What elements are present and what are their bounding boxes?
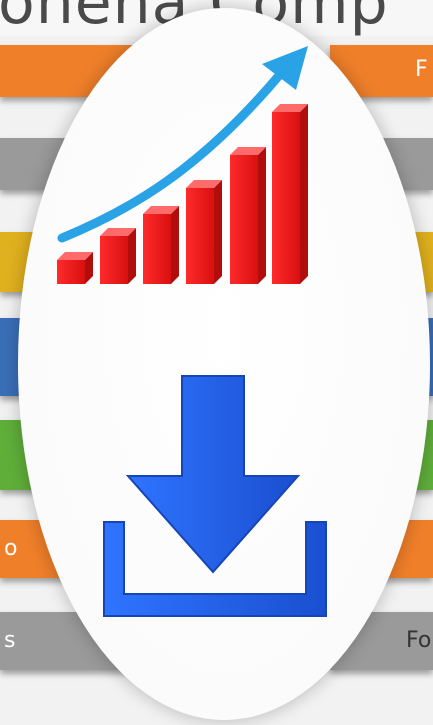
band-left-6-label: o <box>4 536 18 561</box>
growth-chart-icon <box>50 40 320 290</box>
download-icon <box>100 372 330 620</box>
band-left-7-label: s <box>4 628 16 653</box>
band-right-7-label: Fo <box>406 628 432 653</box>
band-right-1-label: F <box>415 57 428 82</box>
growth-chart-bars <box>57 104 308 284</box>
